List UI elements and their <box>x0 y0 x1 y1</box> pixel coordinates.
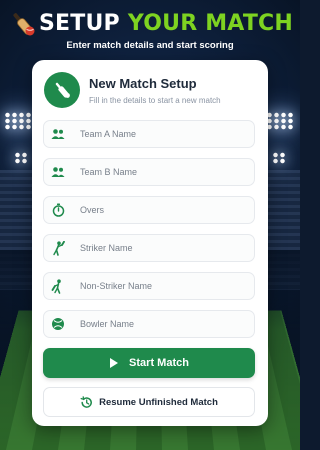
resume-match-button[interactable]: Resume Unfinished Match <box>43 387 255 417</box>
match-setup-card: New Match Setup Fill in the details to s… <box>32 60 268 426</box>
overs-input[interactable] <box>80 205 250 215</box>
striker-field[interactable] <box>43 234 255 262</box>
batsman-icon <box>44 240 72 256</box>
non-striker-input[interactable] <box>80 281 250 291</box>
stopwatch-icon <box>44 203 72 217</box>
bowler-input[interactable] <box>80 319 250 329</box>
striker-input[interactable] <box>80 243 250 253</box>
cricket-bat-ball-icon <box>13 13 35 36</box>
floodlight-icon <box>266 112 294 130</box>
floodlight-icon <box>4 112 32 130</box>
card-title: New Match Setup <box>89 75 197 91</box>
card-header: New Match Setup Fill in the details to s… <box>44 72 221 108</box>
cricket-bat-icon <box>44 72 80 108</box>
history-icon <box>80 395 93 408</box>
card-subtitle: Fill in the details to start a new match <box>89 95 221 105</box>
title-setup: SETUP <box>39 10 120 36</box>
start-match-button[interactable]: Start Match <box>43 348 255 378</box>
cricket-bat-svg <box>55 82 70 98</box>
team-b-input[interactable] <box>80 167 250 177</box>
non-striker-field[interactable] <box>43 272 255 300</box>
team-icon <box>44 166 72 178</box>
title-your-match: YOUR MATCH <box>127 10 293 36</box>
floodlight-icon <box>14 152 28 164</box>
floodlight-icon <box>272 152 286 164</box>
overs-field[interactable] <box>43 196 255 224</box>
play-icon <box>110 358 119 368</box>
page-title: SETUP YOUR MATCH <box>0 8 300 38</box>
card-header-text: New Match Setup Fill in the details to s… <box>89 76 221 105</box>
resume-match-label: Resume Unfinished Match <box>99 396 218 408</box>
page-subtitle: Enter match details and start scoring <box>66 40 234 51</box>
team-b-field[interactable] <box>43 158 255 186</box>
team-a-field[interactable] <box>43 120 255 148</box>
batsman-icon <box>44 278 72 294</box>
team-a-input[interactable] <box>80 129 250 139</box>
team-icon <box>44 128 72 140</box>
bowler-field[interactable] <box>43 310 255 338</box>
start-match-label: Start Match <box>129 357 189 369</box>
page-header: SETUP YOUR MATCH Enter match details and… <box>0 8 300 51</box>
ball-icon <box>44 317 72 331</box>
